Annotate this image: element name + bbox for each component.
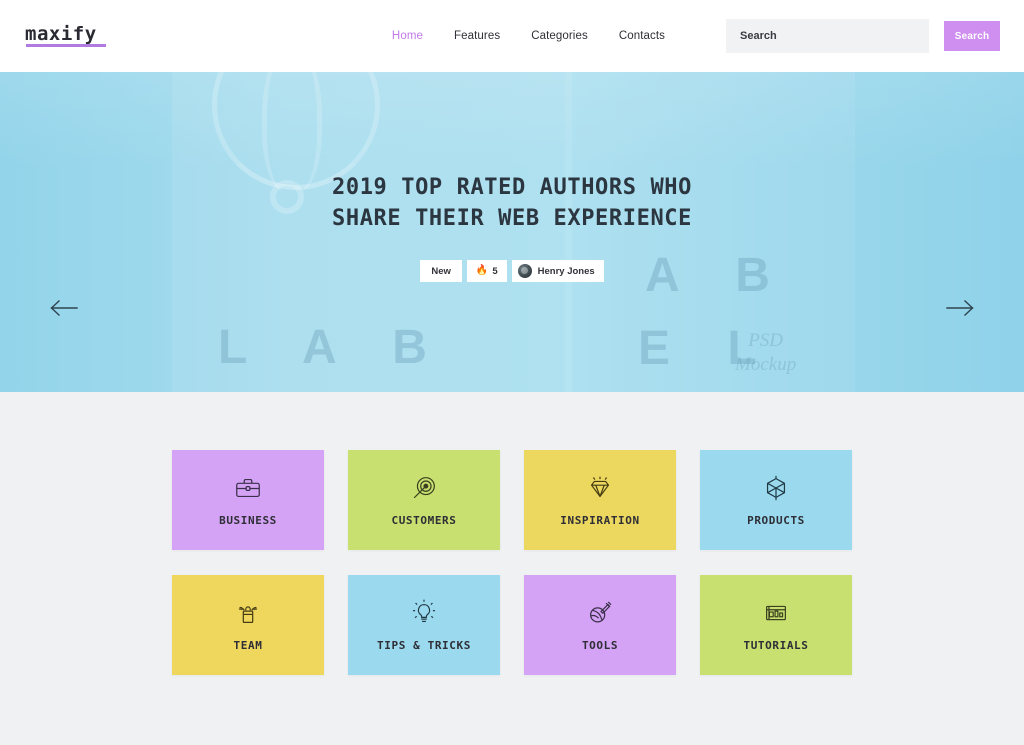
like-count: 5 — [492, 265, 498, 277]
nav-item-home[interactable]: Home — [392, 30, 423, 42]
diamond-icon — [585, 473, 615, 503]
arrow-left-icon[interactable] — [49, 297, 79, 319]
team-icon — [233, 598, 263, 628]
hero-content: 2019 TOP RATED AUTHORS WHO SHARE THEIR W… — [0, 72, 1024, 392]
category-label-customers: Customers — [391, 514, 457, 527]
main-navigation: Home Features Categories Contacts Search — [392, 19, 1000, 53]
hero-title: 2019 TOP RATED AUTHORS WHO SHARE THEIR W… — [332, 172, 692, 234]
lightbulb-icon — [409, 598, 439, 628]
category-tile-tips-tricks[interactable]: Tips & Tricks — [348, 575, 500, 675]
search-area: Search — [726, 19, 1000, 53]
like-badge[interactable]: 🔥 5 — [466, 260, 507, 283]
hero-title-line-1: 2019 TOP RATED AUTHORS WHO — [332, 174, 692, 200]
author-name: Henry Jones — [537, 265, 595, 277]
briefcase-icon — [233, 473, 263, 503]
cube-icon — [761, 473, 791, 503]
search-button[interactable]: Search — [944, 21, 1000, 51]
category-tile-customers[interactable]: Customers — [348, 450, 500, 550]
hero-slider: L A B E L A B E L T A G PSD Mockup PSD M… — [0, 72, 1024, 392]
author-badge[interactable]: Henry Jones — [511, 260, 604, 283]
avatar — [517, 264, 532, 279]
category-tile-products[interactable]: Products — [700, 450, 852, 550]
category-label-tips-tricks: Tips & Tricks — [377, 639, 471, 652]
site-header: maxify Home Features Categories Contacts… — [0, 0, 1024, 72]
target-icon — [409, 473, 439, 503]
category-label-tools: Tools — [581, 639, 619, 652]
arrow-right-icon[interactable] — [945, 297, 975, 319]
blueprint-icon — [761, 598, 791, 628]
categories-section: Business Customers — [0, 392, 1024, 675]
category-tile-tutorials[interactable]: Tutorials — [700, 575, 852, 675]
category-label-products: Products — [747, 514, 805, 527]
hero-title-line-2: SHARE THEIR WEB EXPERIENCE — [332, 206, 692, 231]
category-label-inspiration: Inspiration — [560, 514, 640, 527]
site-logo[interactable]: maxify — [25, 25, 106, 47]
categories-grid: Business Customers — [172, 450, 852, 675]
rocket-icon — [585, 598, 615, 628]
nav-item-contacts[interactable]: Contacts — [619, 30, 665, 42]
flame-icon: 🔥 — [475, 265, 489, 277]
category-tile-inspiration[interactable]: Inspiration — [524, 450, 676, 550]
nav-item-categories[interactable]: Categories — [531, 30, 588, 42]
category-tile-business[interactable]: Business — [172, 450, 324, 550]
category-tile-team[interactable]: Team — [172, 575, 324, 675]
badge-new: New — [420, 260, 462, 283]
search-input[interactable] — [726, 19, 929, 53]
hero-meta-row: New 🔥 5 Henry Jones — [420, 260, 604, 283]
category-label-team: Team — [233, 639, 263, 652]
category-label-tutorials: Tutorials — [743, 639, 809, 652]
category-label-business: Business — [219, 514, 277, 527]
nav-item-features[interactable]: Features — [454, 30, 500, 42]
category-tile-tools[interactable]: Tools — [524, 575, 676, 675]
